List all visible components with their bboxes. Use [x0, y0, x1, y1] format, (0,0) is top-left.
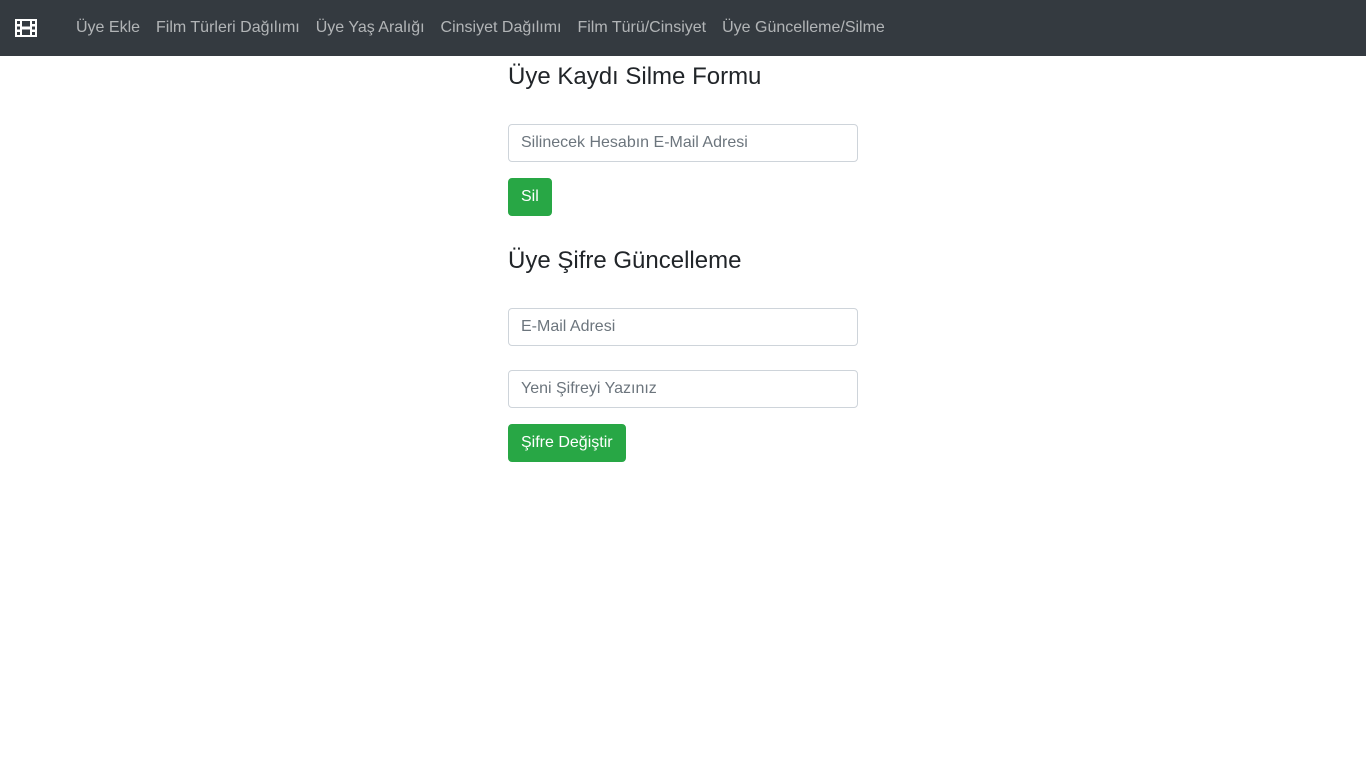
change-password-button[interactable]: Şifre Değiştir — [508, 424, 626, 462]
nav-links: Üye Ekle Film Türleri Dağılımı Üye Yaş A… — [68, 0, 893, 56]
nav-link-uye-guncelleme-silme[interactable]: Üye Güncelleme/Silme — [714, 0, 893, 56]
delete-form-title: Üye Kaydı Silme Formu — [508, 63, 762, 90]
nav-link-cinsiyet-dagilimi[interactable]: Cinsiyet Dağılımı — [433, 0, 570, 56]
top-navbar: Üye Ekle Film Türleri Dağılımı Üye Yaş A… — [0, 0, 1366, 56]
delete-email-input[interactable] — [508, 124, 858, 162]
nav-link-film-turu-cinsiyet[interactable]: Film Türü/Cinsiyet — [569, 0, 714, 56]
delete-button[interactable]: Sil — [508, 178, 552, 216]
film-icon[interactable] — [14, 17, 38, 39]
nav-link-uye-ekle[interactable]: Üye Ekle — [68, 0, 148, 56]
nav-link-uye-yas-araligi[interactable]: Üye Yaş Aralığı — [308, 0, 433, 56]
new-password-input[interactable] — [508, 370, 858, 408]
update-form-title: Üye Şifre Güncelleme — [508, 247, 742, 274]
update-email-input[interactable] — [508, 308, 858, 346]
nav-link-film-turleri-dagilimi[interactable]: Film Türleri Dağılımı — [148, 0, 308, 56]
